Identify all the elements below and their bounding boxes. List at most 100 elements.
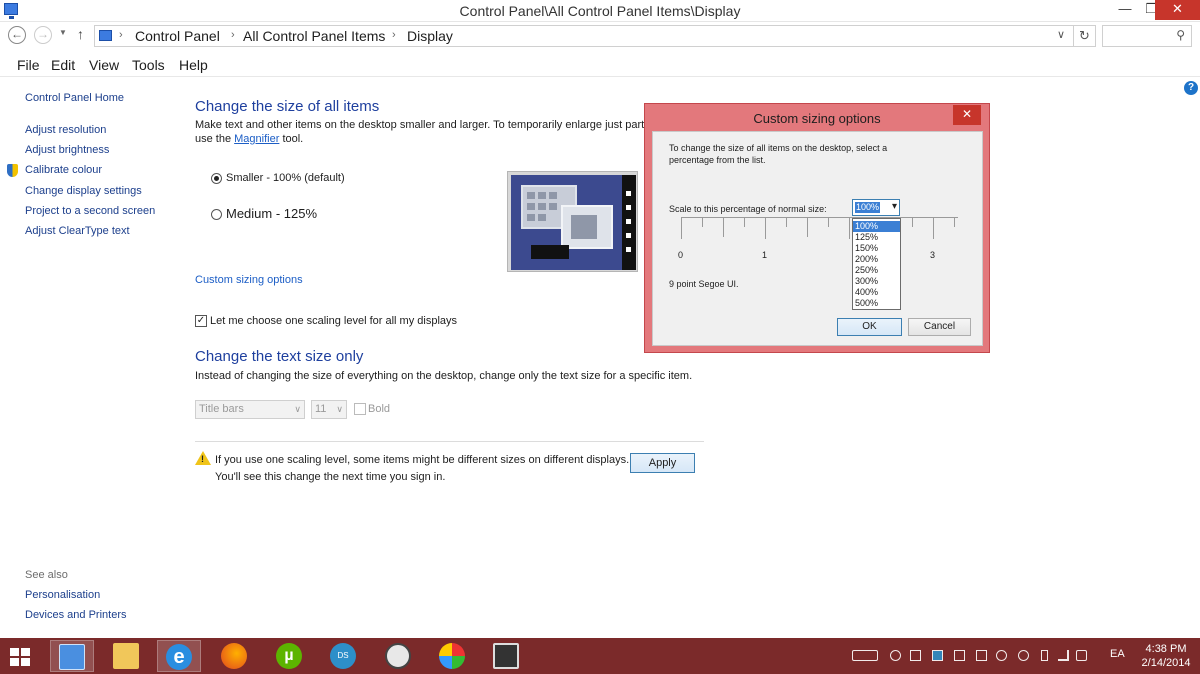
sidebar-item-home[interactable]: Control Panel Home <box>25 92 124 104</box>
custom-sizing-dialog: Custom sizing options ✕ To change the si… <box>644 103 990 353</box>
warning-text-line2: You'll see this change the next time you… <box>215 471 446 483</box>
section-title-size: Change the size of all items <box>195 98 380 115</box>
taskbar-game-app[interactable] <box>376 640 420 672</box>
tray-app-icon[interactable] <box>996 650 1007 661</box>
radio-medium-label[interactable]: Medium - 125% <box>226 206 317 221</box>
tray-app-icon[interactable] <box>910 650 921 661</box>
sidebar-item-personalisation[interactable]: Personalisation <box>25 589 100 601</box>
windows-start-icon[interactable] <box>10 648 30 666</box>
chevron-down-icon: ▾ <box>891 201 897 212</box>
forward-button[interactable]: → <box>34 26 52 44</box>
menu-file[interactable]: File <box>17 57 40 73</box>
clock[interactable]: 4:38 PM 2/14/2014 <box>1134 642 1198 670</box>
sidebar-item-cleartype[interactable]: Adjust ClearType text <box>25 225 130 237</box>
scale-options-list: 100% 125% 150% 200% 250% 300% 400% 500% <box>852 218 901 310</box>
taskbar-firefox[interactable] <box>212 640 256 672</box>
title-bar: Control Panel\All Control Panel Items\Di… <box>0 0 1200 22</box>
radio-smaller[interactable] <box>211 173 222 184</box>
monitor-icon <box>493 643 519 669</box>
radio-medium[interactable] <box>211 209 222 220</box>
display-preview-image <box>507 171 638 272</box>
taskbar-file-explorer[interactable] <box>104 640 148 672</box>
menu-edit[interactable]: Edit <box>51 57 75 73</box>
menu-tools[interactable]: Tools <box>132 57 165 73</box>
wifi-signal-icon[interactable] <box>1058 650 1069 661</box>
sidebar-item-brightness[interactable]: Adjust brightness <box>25 144 109 156</box>
scale-option-125[interactable]: 125% <box>853 232 900 243</box>
see-also-heading: See also <box>25 569 68 581</box>
cloud-icon[interactable] <box>890 650 901 661</box>
sidebar-item-project[interactable]: Project to a second screen <box>25 205 155 217</box>
dialog-close-button[interactable]: ✕ <box>953 105 981 125</box>
scale-option-100[interactable]: 100% <box>853 221 900 232</box>
sidebar-item-devices-printers[interactable]: Devices and Printers <box>25 609 127 621</box>
text-size-description: Instead of changing the size of everythi… <box>195 370 693 382</box>
taskbar-screen-app[interactable] <box>484 640 528 672</box>
taskbar-internet-explorer[interactable]: e <box>157 640 201 672</box>
cancel-button[interactable]: Cancel <box>908 318 971 336</box>
breadcrumb-display[interactable]: Display <box>407 28 453 44</box>
taskbar-control-panel[interactable] <box>50 640 94 672</box>
address-dropdown-icon[interactable]: ∨ <box>1057 28 1065 41</box>
refresh-icon[interactable]: ↻ <box>1073 26 1095 46</box>
breadcrumb-separator-icon[interactable]: › <box>119 29 123 41</box>
minimize-button[interactable]: — <box>1111 0 1139 20</box>
custom-sizing-link[interactable]: Custom sizing options <box>195 274 303 286</box>
flag-icon[interactable] <box>1018 650 1029 661</box>
scaling-checkbox-label[interactable]: Let me choose one scaling level for all … <box>210 315 457 327</box>
keyboard-icon[interactable] <box>852 650 878 661</box>
ruler-label-3: 3 <box>930 250 936 260</box>
bold-checkbox[interactable] <box>354 403 366 415</box>
scale-option-500[interactable]: 500% <box>853 298 900 309</box>
close-button[interactable]: ✕ <box>1155 0 1200 20</box>
tray-app-icon[interactable] <box>954 650 965 661</box>
address-field[interactable]: › Control Panel › All Control Panel Item… <box>94 25 1096 47</box>
taskbar: e µ DS EA 4:38 PM 2/14/2014 <box>0 638 1200 674</box>
scale-option-250[interactable]: 250% <box>853 265 900 276</box>
breadcrumb-all-items[interactable]: All Control Panel Items <box>243 28 385 44</box>
scale-select[interactable]: 100% ▾ <box>852 199 900 216</box>
dialog-title: Custom sizing options <box>753 111 881 126</box>
taskbar-ds-app[interactable]: DS <box>321 640 365 672</box>
menu-view[interactable]: View <box>89 57 119 73</box>
breadcrumb-separator-icon[interactable]: › <box>231 29 235 41</box>
section-description: Make text and other items on the desktop… <box>195 119 669 131</box>
breadcrumb-control-panel[interactable]: Control Panel <box>135 28 220 44</box>
sidebar-item-resolution[interactable]: Adjust resolution <box>25 124 106 136</box>
search-input[interactable]: ⚲ <box>1102 25 1192 47</box>
ok-button[interactable]: OK <box>837 318 902 336</box>
language-indicator[interactable]: EA <box>1110 648 1125 660</box>
apply-button[interactable]: Apply <box>630 453 695 473</box>
scale-option-400[interactable]: 400% <box>853 287 900 298</box>
font-size-select[interactable]: 11 ∨ <box>311 400 347 419</box>
shield-icon <box>7 164 18 177</box>
menu-help[interactable]: Help <box>179 57 208 73</box>
back-button[interactable]: ← <box>8 26 26 44</box>
radio-smaller-label[interactable]: Smaller - 100% (default) <box>226 172 345 184</box>
breadcrumb-separator-icon[interactable]: › <box>392 29 396 41</box>
volume-icon[interactable] <box>1076 650 1087 661</box>
scale-option-300[interactable]: 300% <box>853 276 900 287</box>
sidebar-item-display-settings[interactable]: Change display settings <box>25 185 142 197</box>
recent-locations-icon[interactable]: ▼ <box>59 28 67 37</box>
ds-app-icon: DS <box>330 643 356 669</box>
magnifier-link[interactable]: Magnifier <box>234 133 279 145</box>
up-button[interactable]: ↑ <box>77 26 84 42</box>
tray-app-icon[interactable] <box>976 650 987 661</box>
battery-icon[interactable] <box>1041 650 1048 661</box>
taskbar-paint-app[interactable] <box>430 640 474 672</box>
control-panel-icon <box>99 30 112 41</box>
scale-option-150[interactable]: 150% <box>853 243 900 254</box>
search-icon[interactable]: ⚲ <box>1176 28 1185 42</box>
chevron-down-icon: ∨ <box>336 404 343 414</box>
sidebar-item-calibrate[interactable]: Calibrate colour <box>25 164 102 176</box>
taskbar-utorrent[interactable]: µ <box>267 640 311 672</box>
item-select[interactable]: Title bars ∨ <box>195 400 305 419</box>
tray-app-icon[interactable] <box>932 650 943 661</box>
ruler-label-1: 1 <box>762 250 768 260</box>
scale-ruler[interactable] <box>681 217 958 243</box>
scaling-checkbox[interactable]: ✓ <box>195 315 207 327</box>
section-title-text-size: Change the text size only <box>195 348 364 365</box>
help-icon[interactable]: ? <box>1184 81 1198 95</box>
scale-option-200[interactable]: 200% <box>853 254 900 265</box>
